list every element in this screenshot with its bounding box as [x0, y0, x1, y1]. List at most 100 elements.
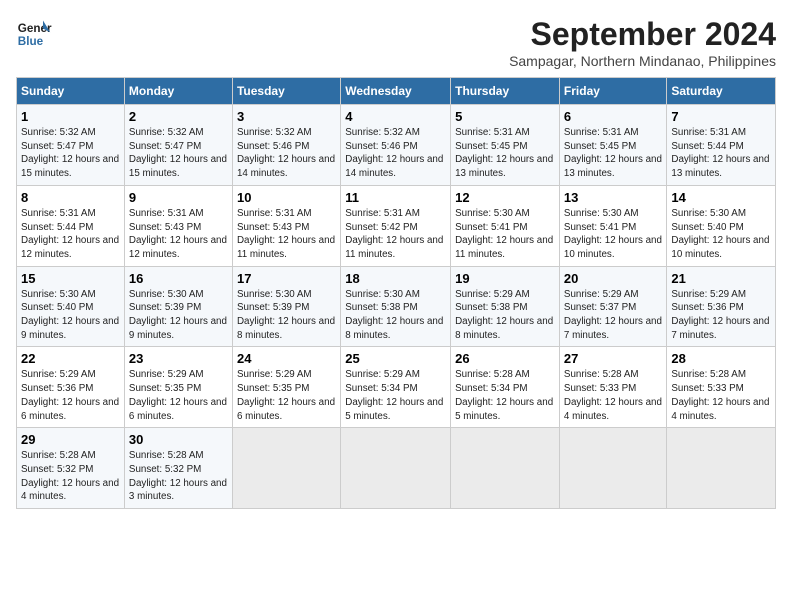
calendar-table: SundayMondayTuesdayWednesdayThursdayFrid…: [16, 77, 776, 509]
calendar-day-cell: 12 Sunrise: 5:30 AM Sunset: 5:41 PM Dayl…: [451, 185, 560, 266]
day-number: 16: [129, 271, 228, 286]
calendar-week-row: 8 Sunrise: 5:31 AM Sunset: 5:44 PM Dayli…: [17, 185, 776, 266]
day-number: 11: [345, 190, 446, 205]
day-number: 30: [129, 432, 228, 447]
day-number: 9: [129, 190, 228, 205]
calendar-day-cell: 3 Sunrise: 5:32 AM Sunset: 5:46 PM Dayli…: [232, 105, 340, 186]
day-info: Sunrise: 5:29 AM Sunset: 5:37 PM Dayligh…: [564, 288, 662, 343]
weekday-header: Saturday: [667, 78, 776, 105]
weekday-header: Tuesday: [232, 78, 340, 105]
day-info: Sunrise: 5:28 AM Sunset: 5:34 PM Dayligh…: [455, 368, 555, 423]
day-info: Sunrise: 5:30 AM Sunset: 5:39 PM Dayligh…: [237, 288, 336, 343]
title-block: September 2024 Sampagar, Northern Mindan…: [509, 16, 776, 69]
calendar-day-cell: 28 Sunrise: 5:28 AM Sunset: 5:33 PM Dayl…: [667, 347, 776, 428]
day-number: 17: [237, 271, 336, 286]
day-number: 8: [21, 190, 120, 205]
calendar-week-row: 29 Sunrise: 5:28 AM Sunset: 5:32 PM Dayl…: [17, 428, 776, 509]
day-number: 29: [21, 432, 120, 447]
calendar-day-cell: [232, 428, 340, 509]
day-info: Sunrise: 5:29 AM Sunset: 5:36 PM Dayligh…: [671, 288, 771, 343]
calendar-day-cell: 24 Sunrise: 5:29 AM Sunset: 5:35 PM Dayl…: [232, 347, 340, 428]
calendar-day-cell: 21 Sunrise: 5:29 AM Sunset: 5:36 PM Dayl…: [667, 266, 776, 347]
header: General Blue September 2024 Sampagar, No…: [16, 16, 776, 69]
calendar-day-cell: 30 Sunrise: 5:28 AM Sunset: 5:32 PM Dayl…: [124, 428, 232, 509]
day-info: Sunrise: 5:29 AM Sunset: 5:34 PM Dayligh…: [345, 368, 446, 423]
day-number: 22: [21, 351, 120, 366]
day-number: 10: [237, 190, 336, 205]
day-info: Sunrise: 5:28 AM Sunset: 5:32 PM Dayligh…: [21, 449, 120, 504]
day-info: Sunrise: 5:32 AM Sunset: 5:47 PM Dayligh…: [21, 126, 120, 181]
calendar-day-cell: [667, 428, 776, 509]
weekday-header: Friday: [559, 78, 666, 105]
calendar-day-cell: [341, 428, 451, 509]
calendar-day-cell: 11 Sunrise: 5:31 AM Sunset: 5:42 PM Dayl…: [341, 185, 451, 266]
calendar-day-cell: 25 Sunrise: 5:29 AM Sunset: 5:34 PM Dayl…: [341, 347, 451, 428]
day-number: 3: [237, 109, 336, 124]
day-info: Sunrise: 5:31 AM Sunset: 5:43 PM Dayligh…: [237, 207, 336, 262]
month-title: September 2024: [509, 16, 776, 53]
day-info: Sunrise: 5:31 AM Sunset: 5:43 PM Dayligh…: [129, 207, 228, 262]
calendar-day-cell: 22 Sunrise: 5:29 AM Sunset: 5:36 PM Dayl…: [17, 347, 125, 428]
day-info: Sunrise: 5:29 AM Sunset: 5:38 PM Dayligh…: [455, 288, 555, 343]
calendar-day-cell: 18 Sunrise: 5:30 AM Sunset: 5:38 PM Dayl…: [341, 266, 451, 347]
day-info: Sunrise: 5:30 AM Sunset: 5:40 PM Dayligh…: [21, 288, 120, 343]
calendar-day-cell: 20 Sunrise: 5:29 AM Sunset: 5:37 PM Dayl…: [559, 266, 666, 347]
day-info: Sunrise: 5:30 AM Sunset: 5:39 PM Dayligh…: [129, 288, 228, 343]
calendar-day-cell: 23 Sunrise: 5:29 AM Sunset: 5:35 PM Dayl…: [124, 347, 232, 428]
day-info: Sunrise: 5:30 AM Sunset: 5:40 PM Dayligh…: [671, 207, 771, 262]
day-info: Sunrise: 5:32 AM Sunset: 5:46 PM Dayligh…: [237, 126, 336, 181]
day-info: Sunrise: 5:31 AM Sunset: 5:45 PM Dayligh…: [455, 126, 555, 181]
calendar-day-cell: 26 Sunrise: 5:28 AM Sunset: 5:34 PM Dayl…: [451, 347, 560, 428]
day-number: 20: [564, 271, 662, 286]
day-number: 19: [455, 271, 555, 286]
day-number: 21: [671, 271, 771, 286]
calendar-day-cell: 27 Sunrise: 5:28 AM Sunset: 5:33 PM Dayl…: [559, 347, 666, 428]
day-info: Sunrise: 5:30 AM Sunset: 5:41 PM Dayligh…: [564, 207, 662, 262]
day-number: 26: [455, 351, 555, 366]
logo: General Blue: [16, 16, 52, 52]
day-info: Sunrise: 5:31 AM Sunset: 5:45 PM Dayligh…: [564, 126, 662, 181]
calendar-week-row: 15 Sunrise: 5:30 AM Sunset: 5:40 PM Dayl…: [17, 266, 776, 347]
calendar-day-cell: [451, 428, 560, 509]
weekday-header: Wednesday: [341, 78, 451, 105]
calendar-day-cell: 13 Sunrise: 5:30 AM Sunset: 5:41 PM Dayl…: [559, 185, 666, 266]
weekday-header: Sunday: [17, 78, 125, 105]
calendar-day-cell: 14 Sunrise: 5:30 AM Sunset: 5:40 PM Dayl…: [667, 185, 776, 266]
day-number: 7: [671, 109, 771, 124]
day-number: 1: [21, 109, 120, 124]
day-info: Sunrise: 5:29 AM Sunset: 5:35 PM Dayligh…: [129, 368, 228, 423]
day-number: 24: [237, 351, 336, 366]
day-number: 6: [564, 109, 662, 124]
calendar-day-cell: 1 Sunrise: 5:32 AM Sunset: 5:47 PM Dayli…: [17, 105, 125, 186]
day-info: Sunrise: 5:29 AM Sunset: 5:36 PM Dayligh…: [21, 368, 120, 423]
calendar-day-cell: 6 Sunrise: 5:31 AM Sunset: 5:45 PM Dayli…: [559, 105, 666, 186]
day-number: 14: [671, 190, 771, 205]
calendar-day-cell: 15 Sunrise: 5:30 AM Sunset: 5:40 PM Dayl…: [17, 266, 125, 347]
day-info: Sunrise: 5:30 AM Sunset: 5:38 PM Dayligh…: [345, 288, 446, 343]
day-number: 4: [345, 109, 446, 124]
calendar-day-cell: 17 Sunrise: 5:30 AM Sunset: 5:39 PM Dayl…: [232, 266, 340, 347]
day-number: 27: [564, 351, 662, 366]
calendar-day-cell: 7 Sunrise: 5:31 AM Sunset: 5:44 PM Dayli…: [667, 105, 776, 186]
calendar-day-cell: 8 Sunrise: 5:31 AM Sunset: 5:44 PM Dayli…: [17, 185, 125, 266]
day-info: Sunrise: 5:28 AM Sunset: 5:33 PM Dayligh…: [671, 368, 771, 423]
day-number: 2: [129, 109, 228, 124]
day-info: Sunrise: 5:28 AM Sunset: 5:32 PM Dayligh…: [129, 449, 228, 504]
day-number: 13: [564, 190, 662, 205]
calendar-week-row: 1 Sunrise: 5:32 AM Sunset: 5:47 PM Dayli…: [17, 105, 776, 186]
day-number: 23: [129, 351, 228, 366]
calendar-day-cell: 29 Sunrise: 5:28 AM Sunset: 5:32 PM Dayl…: [17, 428, 125, 509]
day-info: Sunrise: 5:28 AM Sunset: 5:33 PM Dayligh…: [564, 368, 662, 423]
day-info: Sunrise: 5:31 AM Sunset: 5:44 PM Dayligh…: [21, 207, 120, 262]
day-number: 5: [455, 109, 555, 124]
calendar-day-cell: 4 Sunrise: 5:32 AM Sunset: 5:46 PM Dayli…: [341, 105, 451, 186]
day-number: 15: [21, 271, 120, 286]
day-number: 18: [345, 271, 446, 286]
day-info: Sunrise: 5:32 AM Sunset: 5:46 PM Dayligh…: [345, 126, 446, 181]
svg-text:Blue: Blue: [18, 35, 44, 48]
weekday-header-row: SundayMondayTuesdayWednesdayThursdayFrid…: [17, 78, 776, 105]
calendar-week-row: 22 Sunrise: 5:29 AM Sunset: 5:36 PM Dayl…: [17, 347, 776, 428]
day-info: Sunrise: 5:31 AM Sunset: 5:44 PM Dayligh…: [671, 126, 771, 181]
weekday-header: Thursday: [451, 78, 560, 105]
subtitle: Sampagar, Northern Mindanao, Philippines: [509, 53, 776, 69]
